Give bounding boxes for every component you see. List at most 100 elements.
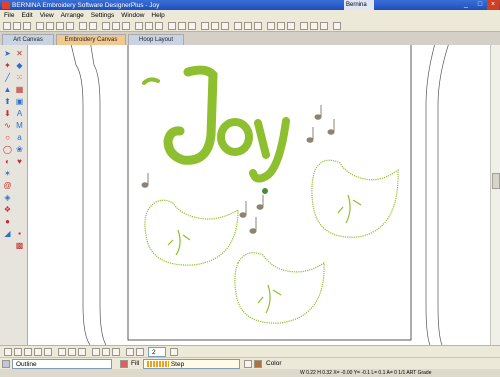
menu-window[interactable]: Window	[121, 12, 144, 19]
triangle-icon[interactable]: ▲	[3, 85, 12, 94]
zoom-window-icon[interactable]	[58, 348, 66, 356]
print-icon[interactable]	[36, 22, 44, 30]
tab-hoop-layout[interactable]: Hoop Layout	[128, 34, 184, 45]
play-icon[interactable]	[4, 348, 12, 356]
open-file-icon[interactable]	[13, 22, 21, 30]
vertical-scrollbar[interactable]	[490, 45, 500, 345]
zoom-100-icon[interactable]	[78, 348, 86, 356]
zoom-select[interactable]: 2	[148, 347, 166, 357]
jump-icon[interactable]	[34, 348, 42, 356]
pointer-icon[interactable]: ✦	[3, 61, 12, 70]
grid-icon[interactable]	[135, 22, 143, 30]
break-apart-icon[interactable]: ▪	[15, 229, 24, 238]
realistic-view-icon[interactable]	[201, 22, 209, 30]
paste-icon[interactable]	[66, 22, 74, 30]
show-stitches-icon[interactable]	[178, 22, 186, 30]
menu-view[interactable]: View	[40, 12, 54, 19]
tab-art-canvas[interactable]: Art Canvas	[2, 34, 54, 45]
mirror-icon[interactable]	[300, 22, 308, 30]
zoom-fit-icon[interactable]	[122, 22, 130, 30]
square-icon[interactable]: ▣	[15, 97, 24, 106]
line-icon[interactable]: ╱	[3, 73, 12, 82]
new-file-icon[interactable]	[3, 22, 11, 30]
menu-settings[interactable]: Settings	[91, 12, 115, 19]
align-icon[interactable]	[254, 22, 262, 30]
undo-icon[interactable]	[79, 22, 87, 30]
fill-pattern-swatch	[147, 361, 169, 368]
menu-arrange[interactable]: Arrange	[61, 12, 84, 19]
cut-icon[interactable]	[46, 22, 54, 30]
zoom-in-icon[interactable]	[102, 22, 110, 30]
arrow-up-icon[interactable]: ⬆	[3, 97, 12, 106]
stitch-player-icon[interactable]	[168, 22, 176, 30]
view-mode-icon[interactable]	[92, 348, 100, 356]
color-film-icon[interactable]	[211, 22, 219, 30]
step-forward-icon[interactable]	[24, 348, 32, 356]
bird-right	[311, 159, 399, 238]
curve-icon[interactable]: ∿	[3, 121, 12, 130]
minimize-button[interactable]: _	[460, 0, 472, 10]
fill-icon-button[interactable]	[120, 360, 128, 368]
shape-icon[interactable]: ◢	[3, 229, 12, 238]
heart-icon[interactable]: ♥	[15, 157, 24, 166]
select-all-icon[interactable]	[244, 22, 252, 30]
copy-icon[interactable]	[56, 22, 64, 30]
step-back-icon[interactable]	[14, 348, 22, 356]
arrow-down-icon[interactable]: ⬇	[3, 109, 12, 118]
measure-icon[interactable]	[234, 22, 242, 30]
close-button[interactable]: ×	[487, 0, 499, 10]
star-icon[interactable]: ✶	[3, 169, 12, 178]
group-icon[interactable]	[267, 22, 275, 30]
redo-icon[interactable]	[89, 22, 97, 30]
select-arrow-icon[interactable]: ➤	[3, 49, 12, 58]
save-icon[interactable]	[23, 22, 31, 30]
stamp-icon[interactable]: ●	[3, 217, 12, 226]
stop-icon[interactable]	[44, 348, 52, 356]
ruler-icon[interactable]	[155, 22, 163, 30]
diamond-icon[interactable]: ◈	[3, 193, 12, 202]
appliqué-icon[interactable]: ❖	[3, 205, 12, 214]
taskbar-second-window[interactable]: Bernina	[344, 0, 374, 10]
color-wheel-icon[interactable]	[112, 348, 120, 356]
scale-icon[interactable]	[320, 22, 328, 30]
spiral-icon[interactable]: @	[3, 181, 12, 190]
maximize-button[interactable]: □	[474, 0, 486, 10]
sequence-icon[interactable]	[102, 348, 110, 356]
motif-icon[interactable]: ❀	[15, 145, 24, 154]
fill-settings-icon[interactable]	[244, 360, 252, 368]
zoom-out-icon[interactable]	[112, 22, 120, 30]
menu-edit[interactable]: Edit	[21, 12, 32, 19]
overview-icon[interactable]	[221, 22, 229, 30]
underlay-icon[interactable]	[136, 348, 144, 356]
ellipse-icon[interactable]: ◯	[3, 145, 12, 154]
menu-help[interactable]: Help	[151, 12, 164, 19]
color-label[interactable]: Color	[266, 359, 282, 369]
options-icon[interactable]	[170, 348, 178, 356]
grid-dots-icon[interactable]: ⁙	[15, 73, 24, 82]
show-objects-icon[interactable]	[188, 22, 196, 30]
hoop-icon[interactable]	[145, 22, 153, 30]
node-icon[interactable]: ◆	[15, 61, 24, 70]
fill-type-select[interactable]: Step	[143, 359, 240, 369]
pattern-icon[interactable]: ▦	[15, 85, 24, 94]
reshape-icon[interactable]: ✕	[15, 49, 24, 58]
tab-embroidery-canvas[interactable]: Embroidery Canvas	[56, 34, 126, 45]
text-icon[interactable]: a	[15, 133, 24, 142]
density-icon[interactable]	[126, 348, 134, 356]
scrollbar-thumb[interactable]	[492, 173, 500, 189]
color-swatch-icon[interactable]	[254, 360, 262, 368]
letter-a-icon[interactable]: A	[15, 109, 24, 118]
fill-icon[interactable]: ◐	[3, 157, 12, 166]
monogram-icon[interactable]: M	[15, 121, 24, 130]
pan-icon[interactable]	[68, 348, 76, 356]
rotate-icon[interactable]	[310, 22, 318, 30]
help-icon[interactable]	[333, 22, 341, 30]
ungroup-icon[interactable]	[277, 22, 285, 30]
menu-file[interactable]: File	[4, 12, 14, 19]
quilt-icon[interactable]: ▩	[15, 241, 24, 250]
selection-marker[interactable]	[262, 188, 268, 194]
outline-select[interactable]: Outline	[12, 359, 112, 369]
lock-icon[interactable]	[287, 22, 295, 30]
circle-icon[interactable]: ○	[3, 133, 12, 142]
embroidery-canvas[interactable]	[28, 45, 490, 345]
